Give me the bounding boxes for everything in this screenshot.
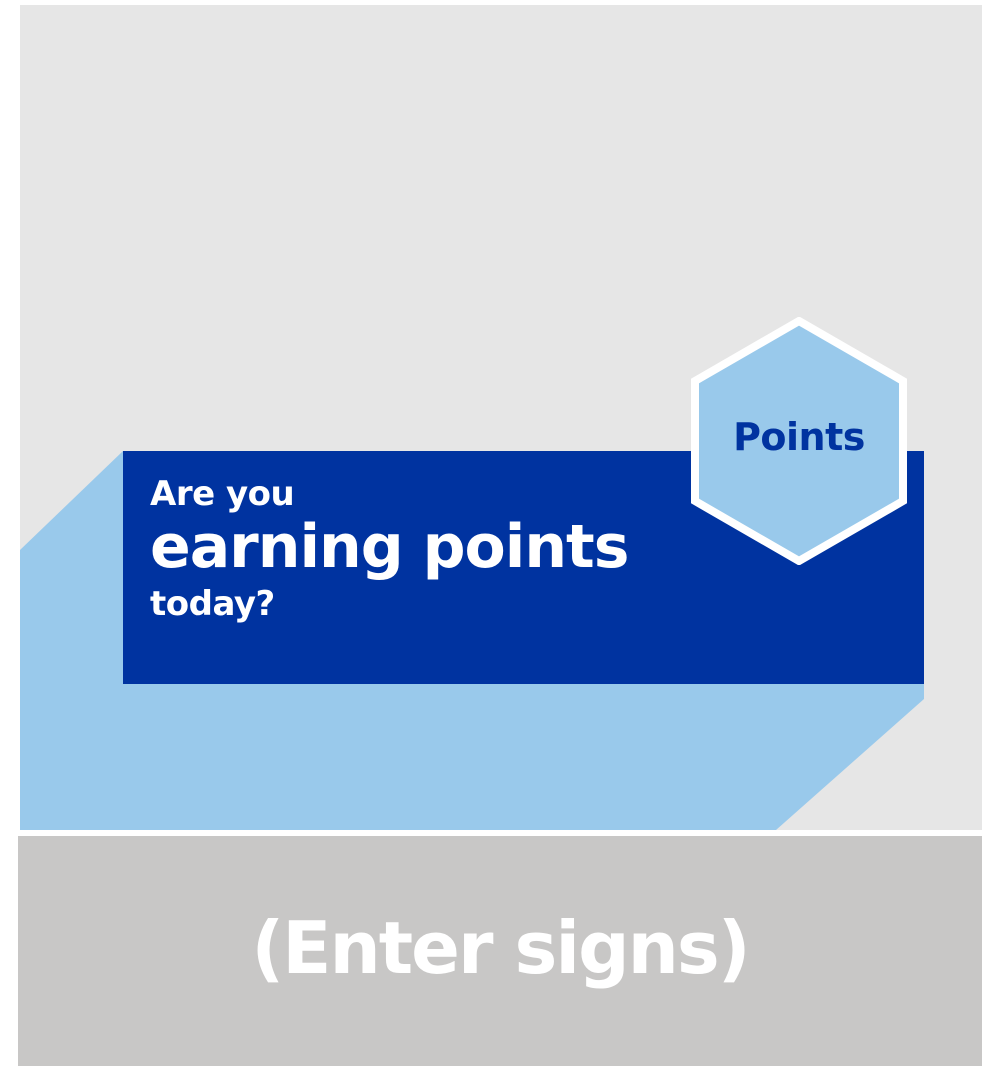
footer-placeholder: (Enter signs)	[18, 836, 982, 1066]
headline-text: Are you earning points today?	[150, 474, 629, 624]
sign-panel: Are you earning points today? Points	[20, 5, 982, 830]
headline-line-2: earning points	[150, 512, 629, 582]
footer-text: (Enter signs)	[251, 906, 750, 990]
headline-line-1: Are you	[150, 474, 295, 514]
points-badge-label: Points	[733, 415, 865, 459]
headline-line-3: today?	[150, 584, 275, 624]
